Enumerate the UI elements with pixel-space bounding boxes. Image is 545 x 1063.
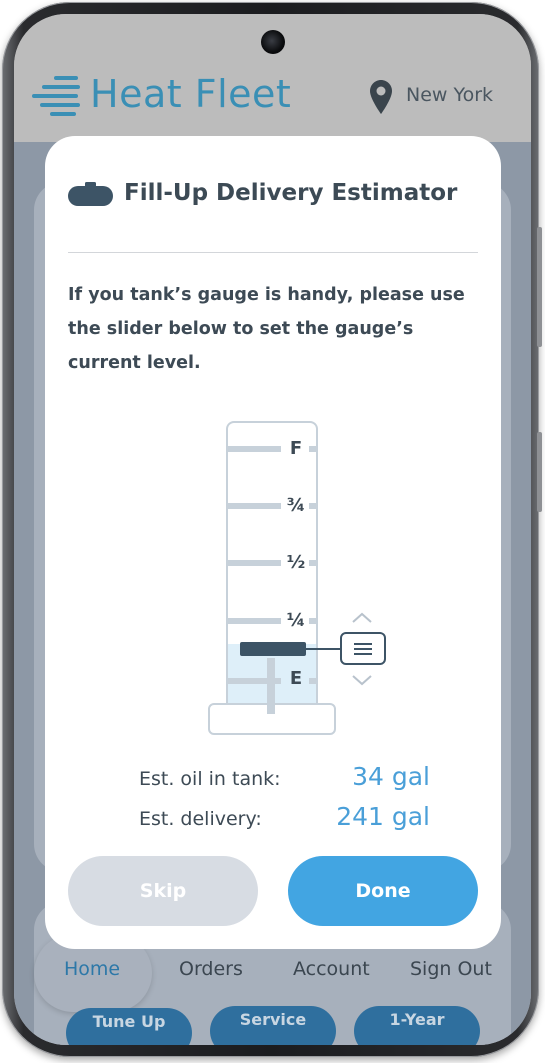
gauge-tick-full xyxy=(228,446,281,452)
screen: Heat Fleet New York Home Orders Account … xyxy=(14,14,531,1045)
gauge-slider-connector xyxy=(306,648,342,650)
chevron-up-icon[interactable] xyxy=(351,612,373,624)
nav-item-account[interactable]: Account xyxy=(293,958,370,980)
drag-handle-icon[interactable] xyxy=(340,632,386,665)
done-button[interactable]: Done xyxy=(288,856,478,926)
divider xyxy=(68,252,478,253)
power-button xyxy=(537,432,542,512)
est-oil-label: Est. oil in tank: xyxy=(139,768,281,790)
gauge-slider-bar[interactable] xyxy=(240,642,306,656)
front-camera xyxy=(261,30,285,54)
quick-action-1-year[interactable]: 1-Year xyxy=(354,1006,480,1045)
modal-title: Fill-Up Delivery Estimator xyxy=(124,180,458,206)
est-delivery-value: 241 gal xyxy=(336,802,430,831)
location-label[interactable]: New York xyxy=(406,84,493,106)
skip-button[interactable]: Skip xyxy=(68,856,258,926)
gauge-label-empty: E xyxy=(289,668,303,689)
oil-tank-icon xyxy=(68,182,113,206)
instructions-text: If you tank’s gauge is handy, please use… xyxy=(68,285,465,373)
quick-action-tune-up[interactable]: Tune Up xyxy=(66,1008,192,1045)
phone-frame: Heat Fleet New York Home Orders Account … xyxy=(2,2,542,1057)
gauge-tick-three-quarter xyxy=(228,503,281,509)
tank-gauge: F ¾ ½ ¼ E xyxy=(195,406,415,735)
est-delivery-label: Est. delivery: xyxy=(139,808,262,830)
brand-name[interactable]: Heat Fleet xyxy=(90,72,291,116)
gauge-label-three-quarter: ¾ xyxy=(286,495,306,516)
est-oil-value: 34 gal xyxy=(352,762,430,791)
nav-item-sign-out[interactable]: Sign Out xyxy=(410,958,492,980)
map-pin-icon[interactable] xyxy=(370,80,392,114)
estimator-modal: Fill-Up Delivery Estimator If you tank’s… xyxy=(45,136,501,949)
gauge-tick-quarter xyxy=(228,618,281,624)
flame-streak-icon xyxy=(32,74,82,120)
gauge-float-stem xyxy=(267,658,275,714)
quick-action-service[interactable]: Service xyxy=(210,1006,336,1045)
gauge-label-full: F xyxy=(289,438,303,459)
gauge-label-half: ½ xyxy=(286,552,306,573)
volume-button xyxy=(537,227,542,347)
gauge-tick-half xyxy=(228,560,281,566)
chevron-down-icon[interactable] xyxy=(351,674,373,686)
nav-item-orders[interactable]: Orders xyxy=(179,958,243,980)
gauge-label-quarter: ¼ xyxy=(286,610,306,631)
nav-item-home[interactable]: Home xyxy=(64,958,120,980)
